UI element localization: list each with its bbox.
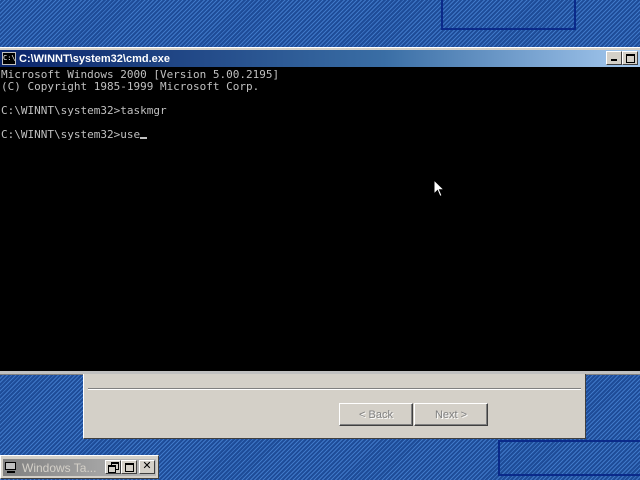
- minimized-caption-buttons: ✕: [105, 459, 155, 474]
- minimized-window-label: Windows Ta...: [22, 460, 97, 475]
- desktop-decoration-frame: [498, 440, 640, 476]
- window-title: C:\WINNT\system32\cmd.exe: [19, 52, 170, 65]
- mouse-cursor: [433, 179, 446, 198]
- console-title-bar[interactable]: C:\ C:\WINNT\system32\cmd.exe: [0, 50, 640, 67]
- restore-button[interactable]: [105, 460, 121, 474]
- console-input[interactable]: C:\WINNT\system32>use: [1, 128, 140, 141]
- desktop-decoration-frame: [441, 0, 576, 30]
- close-button[interactable]: ✕: [139, 459, 155, 474]
- minimize-button[interactable]: [606, 51, 622, 65]
- console-line-command: C:\WINNT\system32>taskmgr: [1, 104, 167, 117]
- console-prompt-line[interactable]: C:\WINNT\system32>use: [0, 129, 640, 141]
- back-button[interactable]: < Back: [339, 403, 413, 426]
- console-icon[interactable]: C:\: [2, 52, 16, 65]
- console-line-copyright: (C) Copyright 1985-1999 Microsoft Corp.: [1, 80, 260, 93]
- console-output[interactable]: Microsoft Windows 2000 [Version 5.00.219…: [0, 67, 640, 371]
- caption-buttons: [606, 51, 638, 65]
- text-caret: [140, 137, 148, 139]
- console-window[interactable]: C:\ C:\WINNT\system32\cmd.exe Microsoft …: [0, 47, 640, 371]
- close-icon: ✕: [142, 459, 152, 472]
- taskbar-minimized-window[interactable]: Windows Ta... ✕: [0, 455, 159, 479]
- computer-icon: [4, 461, 18, 474]
- wizard-separator: [88, 388, 581, 390]
- maximize-button[interactable]: [121, 460, 137, 474]
- minimized-title-bar[interactable]: Windows Ta... ✕: [3, 459, 156, 476]
- maximize-button[interactable]: [622, 51, 638, 65]
- wizard-dialog: < Back Next >: [83, 374, 586, 439]
- next-button[interactable]: Next >: [414, 403, 488, 426]
